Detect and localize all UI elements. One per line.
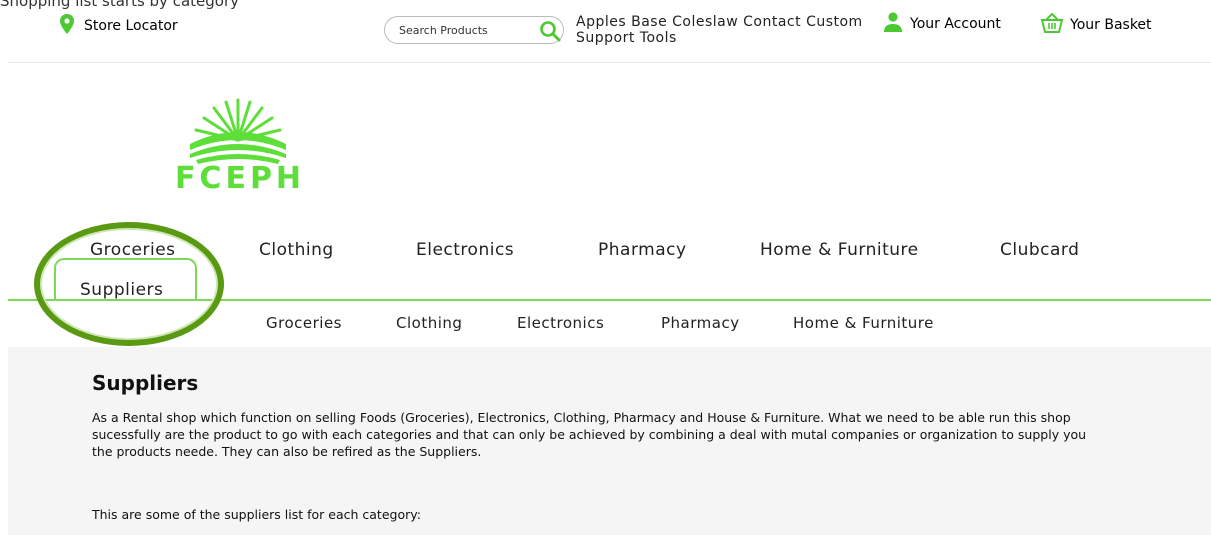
account-label: Your Account (910, 16, 1001, 32)
subnav-clothing[interactable]: Clothing (396, 314, 462, 332)
cropped-text: Shopping list starts by category (0, 0, 239, 10)
basket-link[interactable]: Your Basket (1040, 12, 1152, 38)
nav-electronics[interactable]: Electronics (416, 240, 514, 260)
account-link[interactable]: Your Account (884, 12, 1001, 36)
subnav-groceries[interactable]: Groceries (266, 314, 342, 332)
subnav-pharmacy[interactable]: Pharmacy (661, 314, 740, 332)
nav-home-furniture[interactable]: Home & Furniture (760, 240, 919, 260)
top-bar: Shopping list starts by category Store L… (0, 0, 1211, 62)
basket-label: Your Basket (1070, 17, 1152, 33)
nav-clubcard[interactable]: Clubcard (1000, 240, 1079, 260)
subnav-electronics[interactable]: Electronics (517, 314, 604, 332)
store-locator-label: Store Locator (84, 18, 178, 34)
sunburst-logo-icon: FCEPH (175, 98, 305, 196)
search-input[interactable]: Search Products (399, 24, 488, 37)
site-logo[interactable]: FCEPH (150, 96, 350, 196)
basket-icon (1040, 12, 1064, 38)
nav-pharmacy[interactable]: Pharmacy (598, 240, 687, 260)
suppliers-list-intro: This are some of the suppliers list for … (92, 507, 421, 522)
intro-paragraph: As a Rental shop which function on selli… (92, 410, 1087, 459)
sub-nav: Groceries Clothing Electronics Pharmacy … (0, 306, 1211, 342)
search-icon[interactable] (539, 20, 561, 46)
search-box[interactable]: Search Products (384, 16, 564, 44)
page-title: Suppliers (92, 371, 199, 395)
nav-clothing[interactable]: Clothing (259, 240, 334, 260)
location-pin-icon (60, 14, 74, 38)
logo-text: FCEPH (175, 161, 305, 196)
user-icon (884, 12, 902, 36)
quick-links[interactable]: Apples Base Coleslaw Contact Custom Supp… (576, 14, 866, 46)
subnav-home-furniture[interactable]: Home & Furniture (793, 314, 934, 332)
main-content: Suppliers As a Rental shop which functio… (8, 347, 1211, 535)
store-locator-link[interactable]: Store Locator (60, 14, 178, 38)
header-divider (8, 62, 1211, 63)
